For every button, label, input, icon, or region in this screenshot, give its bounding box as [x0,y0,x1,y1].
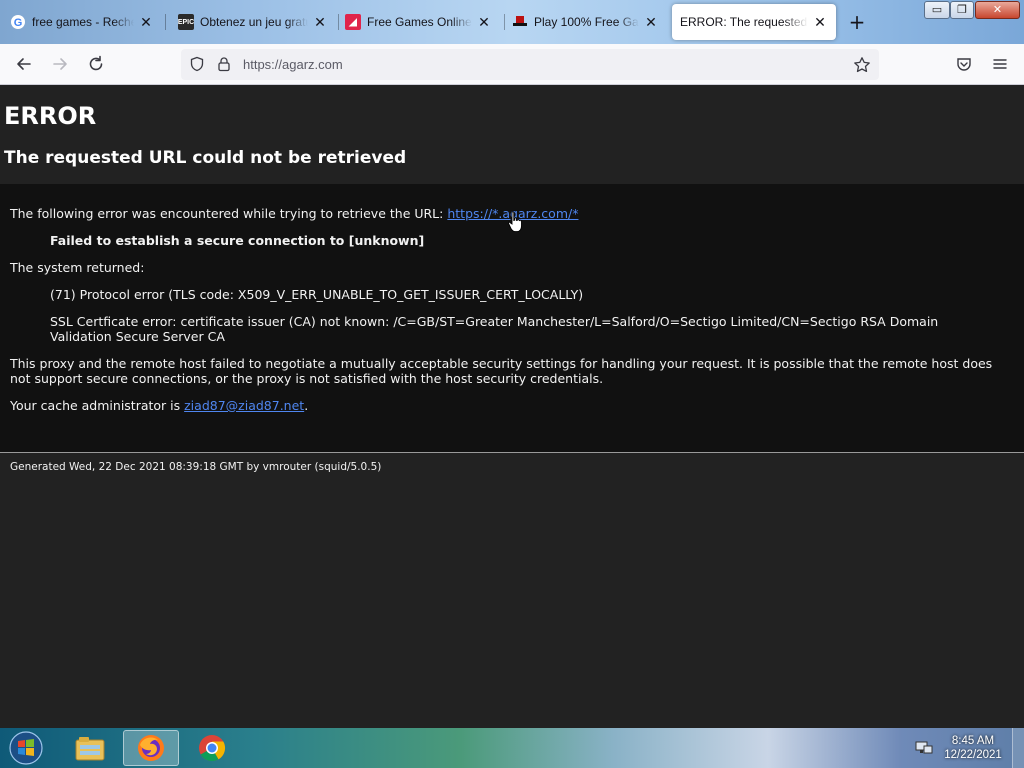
google-icon: G [10,14,26,30]
address-bar[interactable]: https://agarz.com [181,49,879,80]
tab-error-active[interactable]: ERROR: The requested URL ✕ [672,4,836,40]
close-window-button[interactable]: ✕ [975,1,1020,19]
taskbar-file-explorer[interactable] [62,730,118,766]
show-desktop-button[interactable] [1012,728,1024,768]
tab-separator [165,14,166,30]
maximize-window-button[interactable]: ❐ [950,1,974,19]
new-tab-button[interactable]: + [846,12,868,34]
tab-free-games-online[interactable]: ◢ Free Games Online - ✕ [337,4,500,40]
tab-title: ERROR: The requested URL [680,15,808,29]
play-free-games-icon [512,14,528,30]
system-returned-label: The system returned: [10,260,145,275]
reload-icon [89,55,103,71]
tab-close-icon[interactable]: ✕ [812,14,828,31]
url-text[interactable]: https://agarz.com [243,57,343,72]
tab-free-games-search[interactable]: G free games - Rechercher ✕ [2,4,162,40]
forward-button[interactable] [48,52,72,76]
chrome-icon [199,735,226,762]
file-explorer-icon [75,737,105,761]
tab-epic-games[interactable]: EPIC Obtenez un jeu gratuit ✕ [170,4,336,40]
error-summary: Failed to establish a secure connection … [50,233,425,248]
firefox-icon [138,735,164,761]
hamburger-menu-icon [993,59,1007,69]
proxy-explanation-line-1: This proxy and the remote host failed to… [10,356,993,371]
clock-date: 12/22/2021 [944,749,1002,761]
admin-email-link[interactable]: ziad87@ziad87.net [184,398,304,413]
clock-time: 8:45 AM [951,735,995,747]
generated-footer: Generated Wed, 22 Dec 2021 08:39:18 GMT … [10,461,382,473]
forward-arrow-icon [53,58,67,70]
protocol-error-text: (71) Protocol error (TLS code: X509_V_ER… [50,287,584,302]
tab-close-icon[interactable]: ✕ [476,14,492,31]
lock-icon[interactable] [215,56,233,74]
windows-logo-icon [9,731,43,765]
start-button[interactable] [6,730,46,766]
epic-games-icon: EPIC [178,14,194,30]
tab-close-icon[interactable]: ✕ [138,14,154,31]
proxy-explanation-line-2: not support secure connections, or the p… [10,371,604,386]
bookmark-star-icon[interactable] [853,56,871,74]
bottom-divider [0,452,1024,453]
system-clock[interactable]: 8:45 AM 12/22/2021 [940,734,1006,762]
intro-paragraph: The following error was encountered whil… [10,206,578,221]
svg-text:G: G [14,17,23,29]
pocket-icon [957,58,971,71]
tab-title: Obtenez un jeu gratuit [200,15,308,29]
free-games-online-icon: ◢ [345,14,361,30]
cache-admin-prefix: Your cache administrator is [10,398,185,413]
taskbar-firefox[interactable] [123,730,179,766]
back-button[interactable] [12,52,36,76]
tab-close-icon[interactable]: ✕ [312,14,328,31]
minimize-window-button[interactable]: ▭ [924,1,950,19]
app-menu-button[interactable] [988,52,1012,76]
page-content: ERROR The requested URL could not be ret… [0,85,1024,728]
hand-pointer-cursor-icon [508,211,522,233]
back-arrow-icon [17,58,31,70]
page-title: ERROR [4,102,97,130]
tab-title: Play 100% Free Games [534,15,639,29]
navigation-toolbar: https://agarz.com [0,44,1024,85]
reload-button[interactable] [84,52,108,76]
network-tray-icon[interactable] [915,740,933,756]
windows-taskbar: 8:45 AM 12/22/2021 [0,728,1024,768]
cache-admin-suffix: . [304,398,309,413]
ssl-error-line-1: SSL Certficate error: certificate issuer… [50,314,939,329]
page-subtitle: The requested URL could not be retrieved [4,148,407,168]
tab-title: Free Games Online - [367,15,472,29]
tab-strip: G free games - Rechercher ✕ EPIC Obtenez… [0,0,1024,44]
taskbar-chrome[interactable] [184,730,240,766]
ssl-error-line-2: Validation Secure Server CA [50,329,225,344]
tracking-protection-shield-icon[interactable] [188,56,206,74]
tab-title: free games - Rechercher [32,15,134,29]
tab-close-icon[interactable]: ✕ [643,14,659,31]
pocket-button[interactable] [952,52,976,76]
intro-text: The following error was encountered whil… [10,206,448,221]
tab-play-free-games[interactable]: Play 100% Free Games ✕ [504,4,667,40]
cache-admin-paragraph: Your cache administrator is ziad87@ziad8… [10,398,308,413]
